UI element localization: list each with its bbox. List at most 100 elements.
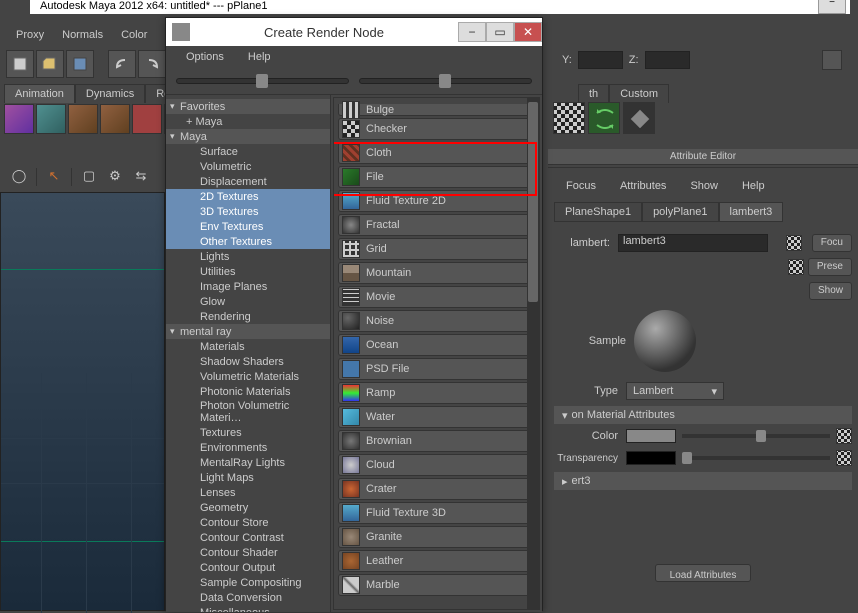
checker-tool-icon[interactable]: [553, 102, 585, 134]
tree-shadow-shaders[interactable]: Shadow Shaders: [166, 354, 330, 369]
node-file[interactable]: File: [338, 166, 535, 188]
ae-color-picker[interactable]: [836, 428, 852, 444]
shelf-sphere-icon[interactable]: [36, 104, 66, 134]
crn-titlebar[interactable]: Create Render Node − ▭ ✕: [166, 18, 542, 46]
tree-vol-materials[interactable]: Volumetric Materials: [166, 369, 330, 384]
ae-load-attributes-button[interactable]: Load Attributes: [655, 564, 752, 582]
coord-y-input[interactable]: [578, 51, 623, 69]
tree-environments[interactable]: Environments: [166, 440, 330, 455]
tree-photonic[interactable]: Photonic Materials: [166, 384, 330, 399]
=[interactable]: [527, 98, 539, 609]
ae-node-name-input[interactable]: lambert3: [618, 234, 768, 252]
menu-color[interactable]: Color: [113, 27, 155, 43]
vp-box-icon[interactable]: ▢: [80, 168, 98, 186]
tree-glow[interactable]: Glow: [166, 294, 330, 309]
ae-color-swatch[interactable]: [626, 429, 676, 443]
node-ocean[interactable]: Ocean: [338, 334, 535, 356]
node-noise[interactable]: Noise: [338, 310, 535, 332]
node-granite[interactable]: Granite: [338, 526, 535, 548]
tree-favorites[interactable]: ▾Favorites: [166, 99, 330, 114]
node-cloth[interactable]: Cloth: [338, 142, 535, 164]
tree-displacement[interactable]: Displacement: [166, 174, 330, 189]
node-movie[interactable]: Movie: [338, 286, 535, 308]
node-water[interactable]: Water: [338, 406, 535, 428]
ae-section-ert3[interactable]: ▸ ert3: [554, 472, 852, 490]
node-fluid3d[interactable]: Fluid Texture 3D: [338, 502, 535, 524]
node-marble[interactable]: Marble: [338, 574, 535, 596]
node-bulge[interactable]: Bulge: [338, 104, 535, 116]
tab-dynamics[interactable]: Dynamics: [75, 84, 145, 103]
tree-other-textures[interactable]: Other Textures: [166, 234, 330, 249]
vp-gear-icon[interactable]: ⚙: [106, 168, 124, 186]
ae-transparency-picker[interactable]: [836, 450, 852, 466]
crn-close-button[interactable]: ✕: [514, 22, 542, 42]
crn-left-slider[interactable]: [176, 78, 349, 84]
tree-lenses[interactable]: Lenses: [166, 485, 330, 500]
reload-tool-icon[interactable]: [588, 102, 620, 134]
ae-color-slider[interactable]: [682, 434, 830, 438]
ae-menu-attributes[interactable]: Attributes: [610, 178, 676, 194]
tree-contour-contrast[interactable]: Contour Contrast: [166, 530, 330, 545]
tree-3d-textures[interactable]: 3D Textures: [166, 204, 330, 219]
node-ramp[interactable]: Ramp: [338, 382, 535, 404]
crn-minimize-button[interactable]: −: [458, 22, 486, 42]
tree-2d-textures[interactable]: 2D Textures: [166, 189, 330, 204]
ae-tab-planeshape[interactable]: PlaneShape1: [554, 202, 642, 222]
shelf-arrow-icon[interactable]: [132, 104, 162, 134]
vp-share-icon[interactable]: ⇆: [132, 168, 150, 186]
save-scene-icon[interactable]: [66, 50, 94, 78]
ae-tab-lambert3[interactable]: lambert3: [719, 202, 784, 222]
tree-photon-vol[interactable]: Photon Volumetric Materi…: [166, 399, 330, 425]
tree-maya-plus[interactable]: + Maya: [166, 114, 330, 129]
new-scene-icon[interactable]: [6, 50, 34, 78]
tree-mentalray[interactable]: ▾mental ray: [166, 324, 330, 339]
ae-transparency-slider[interactable]: [682, 456, 830, 460]
tree-geometry[interactable]: Geometry: [166, 500, 330, 515]
crn-menu-help[interactable]: Help: [238, 49, 281, 65]
node-crater[interactable]: Crater: [338, 478, 535, 500]
redo-icon[interactable]: [138, 50, 166, 78]
tree-utilities[interactable]: Utilities: [166, 264, 330, 279]
node-leather[interactable]: Leather: [338, 550, 535, 572]
tree-data-conv[interactable]: Data Conversion: [166, 590, 330, 605]
crn-maximize-button[interactable]: ▭: [486, 22, 514, 42]
tool-icon[interactable]: [822, 50, 842, 70]
tree-light-maps[interactable]: Light Maps: [166, 470, 330, 485]
node-mountain[interactable]: Mountain: [338, 262, 535, 284]
diamond-tool-icon[interactable]: [623, 102, 655, 134]
vp-circle-icon[interactable]: ◯: [10, 168, 28, 186]
tree-sample-comp[interactable]: Sample Compositing: [166, 575, 330, 590]
tree-volumetric[interactable]: Volumetric: [166, 159, 330, 174]
ae-tab-polyplane[interactable]: polyPlane1: [642, 202, 718, 222]
menu-proxy[interactable]: Proxy: [8, 27, 52, 43]
ae-type-select[interactable]: Lambert ▾: [626, 382, 724, 400]
tab-custom[interactable]: Custom: [609, 84, 669, 103]
ae-menu-help[interactable]: Help: [732, 178, 775, 194]
focus-picker-icon[interactable]: [786, 235, 802, 251]
tree-maya[interactable]: ▾Maya: [166, 129, 330, 144]
crn-scroll-thumb[interactable]: [528, 102, 538, 302]
app-minimize-button[interactable]: −: [818, 0, 846, 14]
ae-show-button[interactable]: Show: [809, 282, 852, 300]
crn-menu-options[interactable]: Options: [176, 49, 234, 65]
ae-focus-button[interactable]: Focu: [812, 234, 852, 252]
undo-icon[interactable]: [108, 50, 136, 78]
ae-section-material[interactable]: ▾ on Material Attributes: [554, 406, 852, 424]
ae-transparency-swatch[interactable]: [626, 451, 676, 465]
crn-right-slider[interactable]: [359, 78, 532, 84]
tree-materials[interactable]: Materials: [166, 339, 330, 354]
node-grid[interactable]: Grid: [338, 238, 535, 260]
tree-env-textures[interactable]: Env Textures: [166, 219, 330, 234]
ae-menu-show[interactable]: Show: [680, 178, 728, 194]
viewport[interactable]: [0, 192, 165, 611]
node-fluid2d[interactable]: Fluid Texture 2D: [338, 190, 535, 212]
vp-cursor-icon[interactable]: ↖: [45, 168, 63, 186]
shelf-box2-icon[interactable]: [100, 104, 130, 134]
tree-contour-output[interactable]: Contour Output: [166, 560, 330, 575]
shelf-box-icon[interactable]: [68, 104, 98, 134]
menu-normals[interactable]: Normals: [54, 27, 111, 43]
tree-lights[interactable]: Lights: [166, 249, 330, 264]
node-psd[interactable]: PSD File: [338, 358, 535, 380]
shelf-cube-icon[interactable]: [4, 104, 34, 134]
tree-surface[interactable]: Surface: [166, 144, 330, 159]
